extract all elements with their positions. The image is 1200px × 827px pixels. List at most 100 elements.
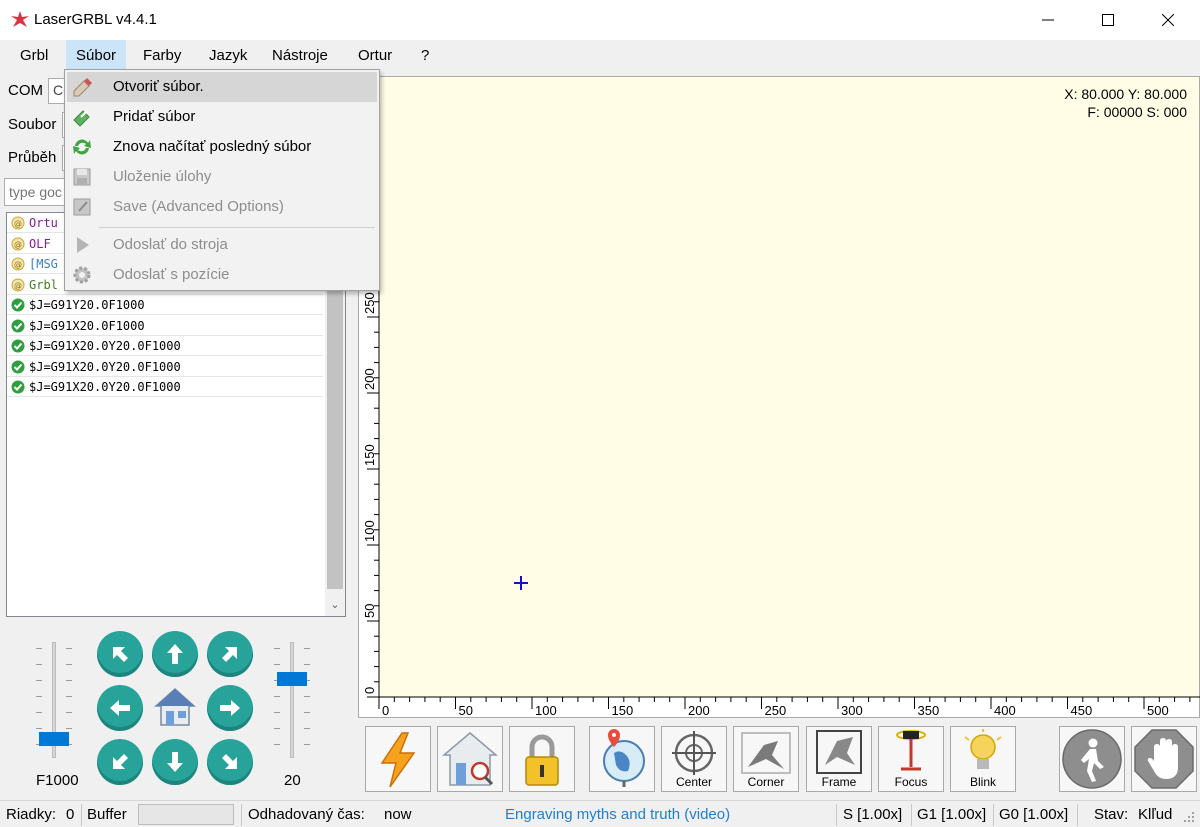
x-tick-label: 300	[841, 703, 863, 718]
jog-up-left-button[interactable]	[97, 631, 143, 677]
check-icon	[11, 319, 25, 332]
log-text: $J=G91X20.0Y20.0F1000	[29, 339, 181, 353]
y-tick-label: 150	[362, 444, 377, 466]
arrow-down-right-icon	[222, 754, 237, 769]
check-icon	[11, 298, 25, 312]
x-tick-label: 250	[765, 703, 787, 718]
walk-icon	[1062, 729, 1122, 789]
log-text: $J=G91Y20.0F1000	[29, 298, 145, 312]
menu-send-from-position[interactable]: Odoslať s pozície	[67, 260, 377, 290]
step-slider-track[interactable]	[290, 642, 294, 758]
blink-button[interactable]: Blink	[950, 726, 1016, 792]
corner-icon	[741, 732, 791, 774]
globe-position-button[interactable]	[589, 726, 655, 792]
file-menu-dropdown: Otvoriť súbor. Pridať súbor Znova načíta…	[64, 69, 380, 291]
menu-help[interactable]: ?	[411, 40, 439, 72]
info-bubble-icon: @	[11, 278, 25, 291]
state-value: Klľud	[1138, 806, 1173, 823]
step-slider-thumb[interactable]	[277, 672, 307, 686]
jog-up-button[interactable]	[152, 631, 198, 677]
arrow-up-icon	[167, 644, 183, 664]
unlock-button[interactable]	[509, 726, 575, 792]
save-icon	[73, 168, 91, 186]
preview-canvas[interactable]: X: 80.000 Y: 80.000 F: 00000 S: 000 0 50 1…	[358, 76, 1200, 718]
menu-jazyk[interactable]: Jazyk	[199, 40, 257, 72]
arrow-up-right-icon	[222, 647, 237, 662]
speed-value-label: F1000	[36, 772, 79, 789]
menu-grbl[interactable]: Grbl	[10, 40, 58, 72]
menu-open-file[interactable]: Otvoriť súbor.	[67, 72, 377, 102]
check-icon	[11, 360, 25, 373]
scroll-down-icon[interactable]: ⌄	[327, 598, 343, 614]
ruler-axes: 0 50 100 150 200 250 300 350 400 450 500 0 50 100 150 2…	[362, 77, 1200, 718]
log-row: $J=G91Y20.0F1000	[7, 295, 323, 315]
menu-reload-last-file[interactable]: Znova načítať posledný súbor	[67, 132, 377, 162]
rows-label: Riadky:	[6, 806, 57, 823]
add-file-icon	[73, 110, 90, 127]
minimize-button[interactable]	[1020, 0, 1076, 40]
frame-button[interactable]: Frame	[806, 726, 872, 792]
y-tick-label: 50	[362, 604, 377, 618]
reload-icon	[73, 139, 91, 155]
x-tick-label: 150	[612, 703, 634, 718]
app-logo-icon	[11, 11, 29, 27]
open-file-icon	[73, 78, 92, 97]
menu-send-to-machine[interactable]: Odoslať do stroja	[67, 230, 377, 260]
close-button[interactable]	[1140, 0, 1196, 40]
home-search-button[interactable]	[437, 726, 503, 792]
menu-nastroje[interactable]: Nástroje	[262, 40, 338, 72]
menu-farby[interactable]: Farby	[133, 40, 191, 72]
log-text: [MSG	[29, 257, 58, 271]
resize-grip-icon[interactable]	[1182, 810, 1196, 824]
buffer-label: Buffer	[87, 806, 127, 823]
check-icon	[11, 380, 25, 394]
info-bubble-icon: @	[11, 257, 25, 271]
jog-left-button[interactable]	[97, 685, 143, 731]
log-text: Grbl	[29, 277, 58, 292]
jog-up-right-button[interactable]	[207, 631, 253, 677]
play-icon	[77, 237, 89, 253]
log-text: OLF	[29, 236, 51, 251]
svg-text:@: @	[14, 260, 22, 269]
engraving-video-link[interactable]: Engraving myths and truth (video)	[505, 806, 730, 823]
laser-test-button[interactable]	[365, 726, 431, 792]
menu-save-job[interactable]: Uloženie úlohy	[67, 162, 377, 192]
home-button[interactable]	[152, 685, 198, 731]
log-row: $J=G91X20.0F1000	[7, 316, 323, 336]
arrow-down-icon	[167, 752, 183, 772]
check-icon	[11, 339, 25, 353]
maximize-button[interactable]	[1080, 0, 1136, 40]
log-row: $J=G91X20.0Y20.0F1000	[7, 377, 323, 397]
jog-down-left-button[interactable]	[97, 739, 143, 785]
corner-button[interactable]: Corner	[733, 726, 799, 792]
emergency-stop-button[interactable]	[1131, 726, 1197, 792]
s-override: S [1.00x]	[843, 806, 903, 823]
speed-slider-thumb[interactable]	[39, 732, 69, 746]
center-button[interactable]: Center	[661, 726, 727, 792]
time-value: now	[384, 806, 412, 823]
svg-text:@: @	[14, 240, 22, 249]
blink-label: Blink	[969, 775, 996, 789]
focus-button[interactable]: Focus	[878, 726, 944, 792]
padlock-icon	[525, 734, 559, 786]
svg-text:@: @	[14, 219, 22, 228]
time-label: Odhadovaný čas:	[248, 806, 365, 823]
x-tick-label: 500	[1147, 703, 1169, 718]
resume-walk-button[interactable]	[1059, 726, 1125, 792]
jog-down-right-button[interactable]	[207, 739, 253, 785]
jog-right-button[interactable]	[207, 685, 253, 731]
x-tick-label: 50	[459, 703, 473, 718]
stop-hand-icon	[1134, 729, 1194, 789]
g1-override: G1 [1.00x]	[917, 806, 987, 823]
x-tick-label: 200	[688, 703, 710, 718]
menu-save-advanced[interactable]: Save (Advanced Options)	[67, 192, 377, 222]
x-tick-label: 450	[1071, 703, 1093, 718]
window-title: LaserGRBL v4.4.1	[34, 11, 157, 28]
com-label: COM	[8, 82, 43, 99]
x-tick-label: 350	[918, 703, 940, 718]
menu-add-file[interactable]: Pridať súbor	[67, 102, 377, 132]
jog-down-button[interactable]	[152, 739, 198, 785]
menu-subor[interactable]: Súbor	[66, 40, 127, 72]
y-tick-label: 0	[362, 687, 377, 694]
menu-ortur[interactable]: Ortur	[348, 40, 402, 72]
